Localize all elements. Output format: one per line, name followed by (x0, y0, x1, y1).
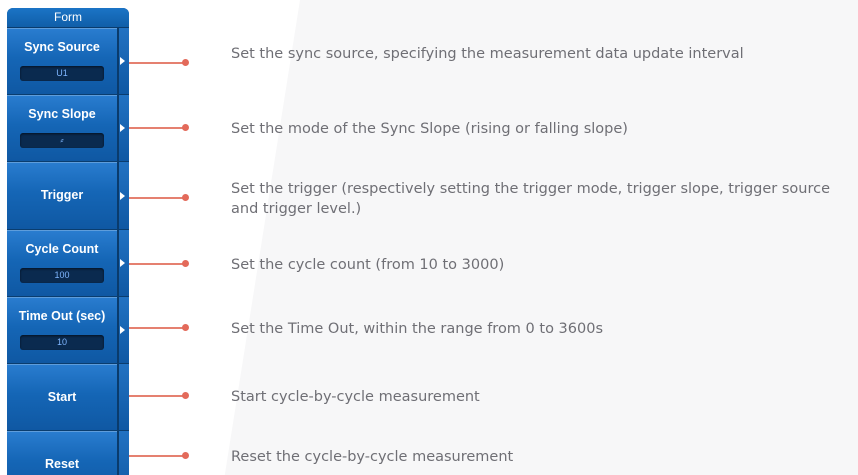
cycle-count-label: Cycle Count (25, 242, 99, 256)
reset-description: Reset the cycle-by-cycle measurement (231, 449, 514, 465)
slope-icon: ⸗ (20, 133, 104, 148)
reset-key[interactable]: Reset (7, 431, 129, 475)
cycle-count-key[interactable]: Cycle Count 100 (7, 230, 129, 297)
connector-dot (182, 324, 189, 331)
cycle-count-value: 100 (20, 268, 104, 283)
time-out-key[interactable]: Time Out (sec) 10 (7, 297, 129, 364)
trigger-description: Set the trigger (respectively setting th… (231, 181, 831, 217)
reset-label: Reset (44, 457, 80, 471)
connector-line (129, 455, 185, 457)
cycle-count-description: Set the cycle count (from 10 to 3000) (231, 257, 505, 273)
sync-source-value: U1 (20, 66, 104, 81)
connector-line (129, 395, 185, 397)
menu-title: Form (7, 8, 129, 28)
time-out-label: Time Out (sec) (18, 309, 106, 323)
connector-line (129, 327, 185, 329)
submenu-arrow-icon (120, 57, 125, 65)
trigger-key[interactable]: Trigger (7, 162, 129, 230)
time-out-description: Set the Time Out, within the range from … (231, 321, 604, 337)
submenu-arrow-icon (120, 124, 125, 132)
sync-slope-description: Set the mode of the Sync Slope (rising o… (231, 121, 628, 137)
connector-dot (182, 124, 189, 131)
connector-line (129, 263, 185, 265)
submenu-arrow-icon (120, 326, 125, 334)
connector-dot (182, 260, 189, 267)
connector-line (129, 197, 185, 199)
submenu-arrow-icon (120, 192, 125, 200)
sync-source-label: Sync Source (24, 40, 100, 54)
start-label: Start (47, 390, 77, 404)
connector-line (129, 62, 185, 64)
time-out-value: 10 (20, 335, 104, 350)
submenu-arrow-icon (120, 259, 125, 267)
sync-source-description: Set the sync source, specifying the meas… (231, 46, 744, 62)
connector-line (129, 127, 185, 129)
sync-slope-label: Sync Slope (28, 107, 96, 121)
sync-source-key[interactable]: Sync Source U1 (7, 28, 129, 95)
sync-slope-key[interactable]: Sync Slope ⸗ (7, 95, 129, 162)
form-soft-menu: Form Sync Source U1 Sync Slope ⸗ Trigger… (7, 8, 129, 475)
connector-dot (182, 59, 189, 66)
connector-dot (182, 392, 189, 399)
connector-dot (182, 452, 189, 459)
start-description: Start cycle-by-cycle measurement (231, 389, 480, 405)
trigger-label: Trigger (40, 188, 84, 202)
start-key[interactable]: Start (7, 364, 129, 431)
connector-dot (182, 194, 189, 201)
